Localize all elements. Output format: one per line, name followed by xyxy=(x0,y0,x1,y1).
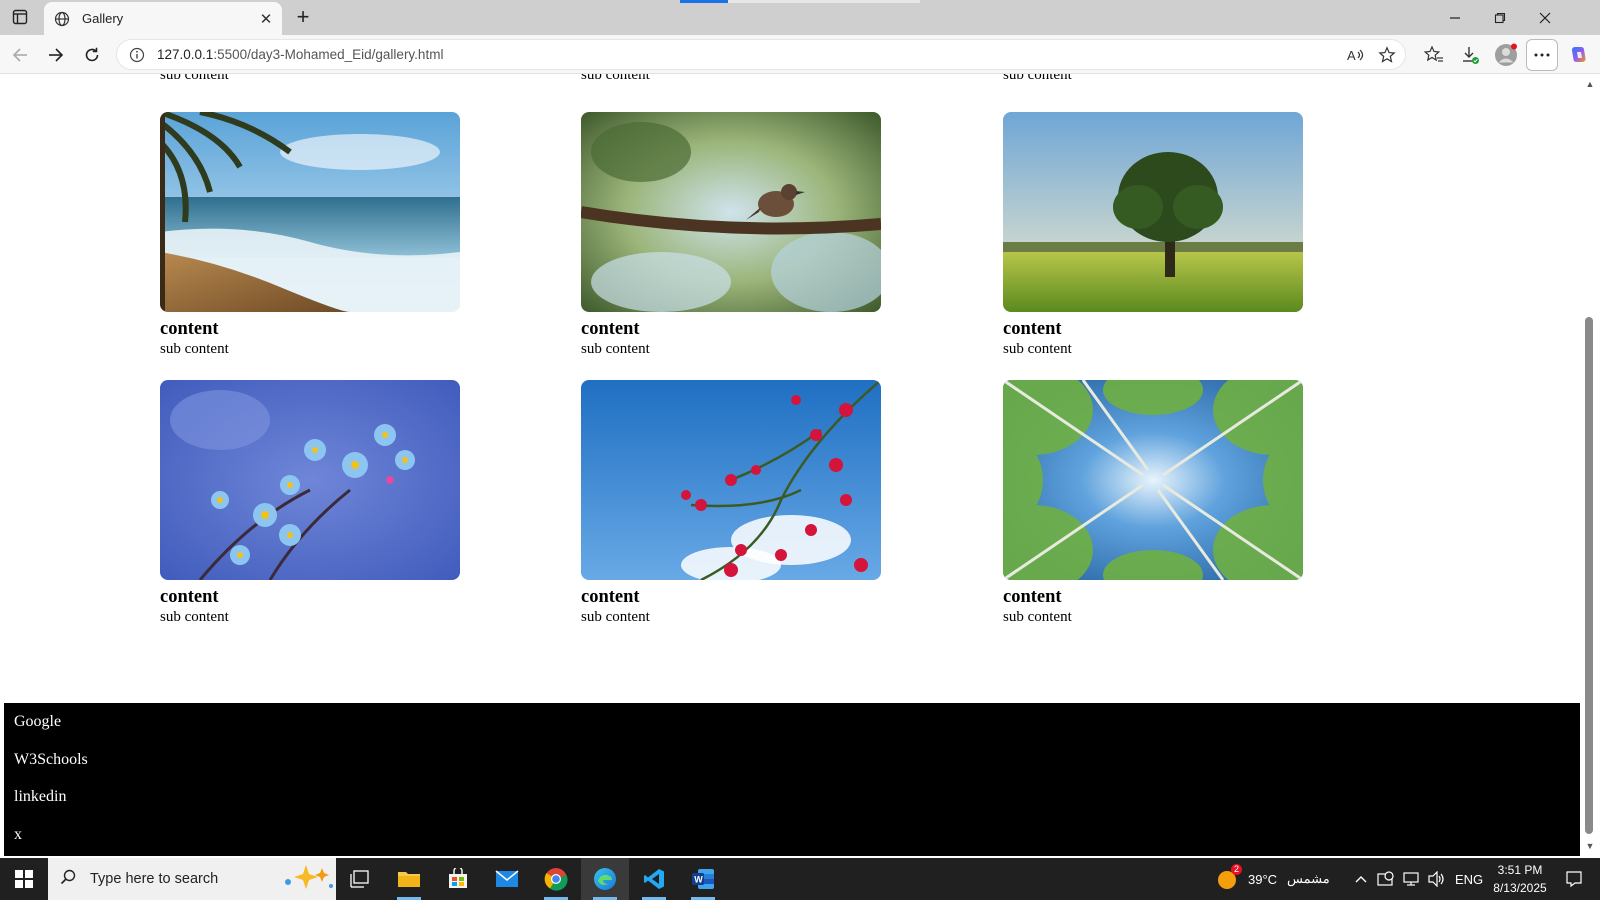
chrome-icon[interactable] xyxy=(532,858,580,900)
edge-icon[interactable] xyxy=(581,858,629,900)
card-sub-content: sub content xyxy=(1003,341,1072,357)
volume-icon[interactable] xyxy=(1427,858,1445,900)
footer-link-google[interactable]: Google xyxy=(14,713,61,731)
tab-actions-icon[interactable] xyxy=(8,5,32,29)
more-options-icon[interactable] xyxy=(1526,39,1558,71)
card-heading: content xyxy=(581,319,640,339)
gallery-image-blossoms xyxy=(581,380,881,580)
scrollbar-thumb[interactable] xyxy=(1585,317,1593,834)
vscode-icon[interactable] xyxy=(630,858,678,900)
address-bar[interactable]: 127.0.0.1:5500/day3-Mohamed_Eid/gallery.… xyxy=(116,39,1406,70)
partial-sub-content: sub content xyxy=(1003,74,1072,83)
scroll-up-arrow-icon[interactable]: ▲ xyxy=(1584,78,1596,90)
card-sub-content: sub content xyxy=(1003,609,1072,625)
card-sub-content: sub content xyxy=(160,341,229,357)
favorites-icon[interactable] xyxy=(1418,39,1450,71)
card-heading: content xyxy=(160,587,219,607)
svg-text:A: A xyxy=(1347,48,1356,63)
reload-icon[interactable] xyxy=(78,41,106,69)
network-icon[interactable] xyxy=(1402,858,1420,900)
search-placeholder: Type here to search xyxy=(90,871,219,887)
microsoft-store-icon[interactable] xyxy=(434,858,482,900)
tab-title: Gallery xyxy=(82,11,124,26)
page-viewport: sub content sub content sub content cont… xyxy=(4,74,1580,856)
favorite-star-icon[interactable] xyxy=(1373,41,1401,69)
search-icon xyxy=(60,869,76,890)
footer-link-linkedin[interactable]: linkedin xyxy=(14,788,66,806)
restore-icon[interactable] xyxy=(1477,0,1523,35)
gallery-card: content sub content xyxy=(581,112,881,358)
weather-temperature: 39°C xyxy=(1248,871,1278,887)
gallery-card: content sub content xyxy=(581,380,881,626)
taskbar-search-box[interactable]: Type here to search xyxy=(48,858,336,900)
profile-avatar-icon[interactable] xyxy=(1490,39,1522,71)
copilot-icon[interactable] xyxy=(1563,39,1595,71)
partial-sub-content: sub content xyxy=(160,74,229,83)
browser-tab-bar: Gallery ✕ + xyxy=(0,0,1600,35)
weather-badge: 2 xyxy=(1230,864,1242,875)
weather-condition: مشمس xyxy=(1287,871,1330,886)
gallery-image-forest xyxy=(1003,380,1303,580)
gallery-image-flowers xyxy=(160,380,460,580)
forward-icon[interactable] xyxy=(42,41,70,69)
file-explorer-icon[interactable] xyxy=(385,858,433,900)
minimize-icon[interactable] xyxy=(1432,0,1478,35)
clock-date: 8/13/2025 xyxy=(1493,881,1547,895)
scroll-down-arrow-icon[interactable]: ▼ xyxy=(1584,840,1596,852)
gallery-image-beach xyxy=(160,112,460,312)
card-heading: content xyxy=(160,319,219,339)
task-view-icon[interactable] xyxy=(336,858,384,900)
card-heading: content xyxy=(1003,319,1062,339)
active-tab[interactable]: Gallery ✕ xyxy=(44,2,282,35)
back-icon[interactable] xyxy=(6,41,34,69)
partial-sub-content: sub content xyxy=(581,74,650,83)
card-heading: content xyxy=(1003,587,1062,607)
close-window-icon[interactable] xyxy=(1522,0,1568,35)
taskbar-clock[interactable]: 3:51 PM 8/13/2025 xyxy=(1480,861,1560,897)
windows-taskbar: Type here to search W 2 39°C مشمس ENG 3:… xyxy=(0,858,1600,900)
card-heading: content xyxy=(581,587,640,607)
url-text[interactable]: 127.0.0.1:5500/day3-Mohamed_Eid/gallery.… xyxy=(157,47,1341,62)
card-sub-content: sub content xyxy=(581,341,650,357)
new-tab-button[interactable]: + xyxy=(290,4,316,30)
gallery-card: content sub content xyxy=(160,380,460,626)
card-sub-content: sub content xyxy=(160,609,229,625)
close-tab-icon[interactable]: ✕ xyxy=(256,9,276,29)
input-language[interactable]: ENG xyxy=(1455,858,1483,900)
loading-indicator xyxy=(680,0,920,3)
gallery-card: content sub content xyxy=(1003,112,1303,358)
gallery-card: content sub content xyxy=(1003,380,1303,626)
search-highlight-icon xyxy=(276,862,336,897)
gallery-card: content sub content xyxy=(160,112,460,358)
footer-link-w3schools[interactable]: W3Schools xyxy=(14,751,88,769)
windows-start-icon[interactable] xyxy=(0,858,48,900)
word-icon[interactable]: W xyxy=(679,858,727,900)
page-footer: Google W3Schools linkedin x xyxy=(4,703,1580,856)
network-security-icon[interactable] xyxy=(1377,858,1395,900)
language-label: ENG xyxy=(1455,871,1484,887)
notifications-icon[interactable] xyxy=(1558,858,1590,900)
weather-widget[interactable]: 2 39°C مشمس xyxy=(1216,858,1330,900)
show-hidden-icons-icon[interactable] xyxy=(1354,858,1368,900)
mail-icon[interactable] xyxy=(483,858,531,900)
svg-text:W: W xyxy=(694,875,703,885)
page-scrollbar[interactable]: ▲ ▼ xyxy=(1580,74,1600,856)
downloads-icon[interactable] xyxy=(1454,39,1486,71)
globe-icon xyxy=(52,9,72,29)
gallery-image-tree xyxy=(1003,112,1303,312)
browser-toolbar: 127.0.0.1:5500/day3-Mohamed_Eid/gallery.… xyxy=(0,35,1600,74)
read-aloud-icon[interactable]: A xyxy=(1341,41,1369,69)
gallery-image-bird xyxy=(581,112,881,312)
site-info-icon[interactable] xyxy=(127,45,147,65)
footer-link-x[interactable]: x xyxy=(14,826,22,844)
weather-sun-icon: 2 xyxy=(1216,864,1242,891)
clock-time: 3:51 PM xyxy=(1497,863,1543,877)
card-sub-content: sub content xyxy=(581,609,650,625)
